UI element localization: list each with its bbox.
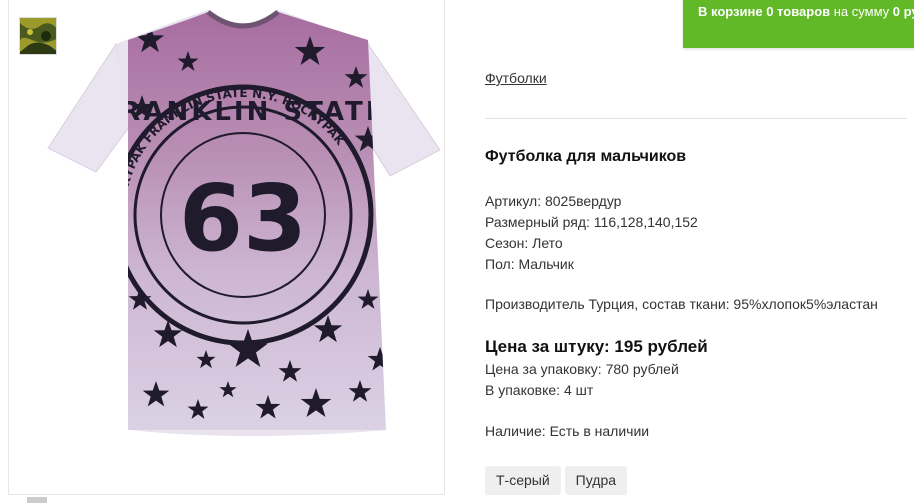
breadcrumb-category-link[interactable]: Футболки xyxy=(485,70,547,86)
product-season: Сезон: Лето xyxy=(485,235,563,251)
stock-status: Наличие: Есть в наличии xyxy=(485,423,650,439)
pack-info: Цена за упаковку: 780 рублей В упаковке:… xyxy=(485,359,679,401)
cart-summary-banner[interactable]: В корзине 0 товаров на сумму 0 ру xyxy=(683,0,914,48)
thumbnail-strip-edge xyxy=(27,497,47,503)
cart-prefix: В корзине xyxy=(698,4,763,19)
product-sizes: Размерный ряд: 116,128,140,152 xyxy=(485,214,698,230)
pack-price: Цена за упаковку: 780 рублей xyxy=(485,361,679,377)
photo-print-number: 63 xyxy=(179,165,307,272)
product-maker: Производитель Турция, состав ткани: 95%х… xyxy=(485,296,878,312)
color-option-grey[interactable]: Т-серый xyxy=(485,466,561,495)
product-attributes: Артикул: 8025вердур Размерный ряд: 116,1… xyxy=(485,191,698,275)
divider xyxy=(485,118,907,119)
color-option-powder[interactable]: Пудра xyxy=(564,466,628,495)
cart-sum: 0 ру xyxy=(892,4,914,19)
product-article: Артикул: 8025вердур xyxy=(485,193,622,209)
cart-middle: на сумму xyxy=(833,4,890,19)
product-photo: ROCKYPAK FRANKLIN STATE N.Y. ROCKYPAK 63… xyxy=(47,10,441,436)
color-options: Т-серый Пудра xyxy=(485,466,628,495)
photo-print-text: FRANKLIN STATE xyxy=(100,97,387,127)
product-title: Футболка для мальчиков xyxy=(485,148,687,165)
price-per-unit: Цена за штуку: 195 рублей xyxy=(485,337,708,356)
cart-count: 0 товаров xyxy=(766,4,831,19)
product-gender: Пол: Мальчик xyxy=(485,256,574,272)
pack-quantity: В упаковке: 4 шт xyxy=(485,382,594,398)
